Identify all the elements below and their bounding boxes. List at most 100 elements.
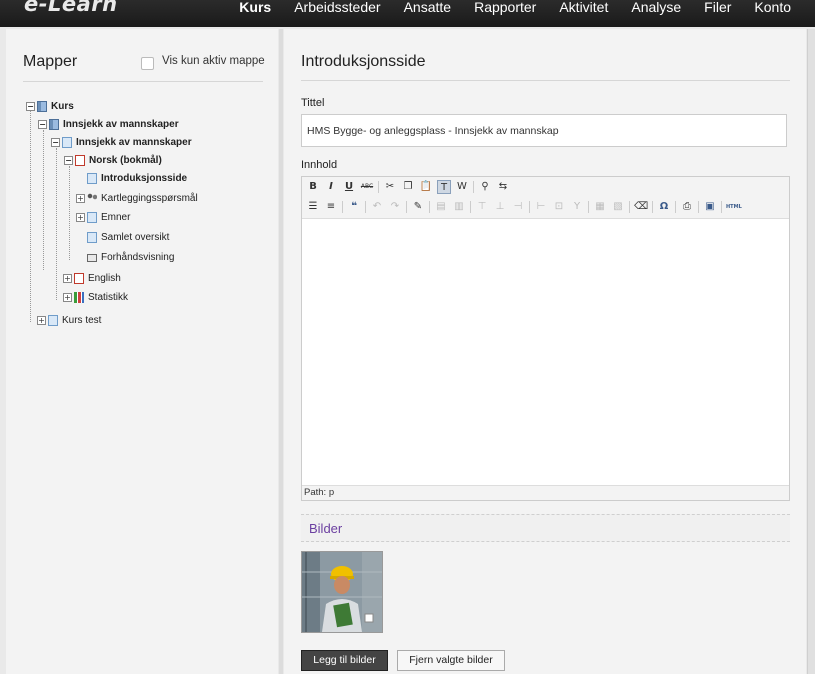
preview-icon	[87, 253, 97, 262]
worker-image	[302, 552, 382, 632]
table-icon[interactable]: ▦	[593, 200, 607, 214]
find-icon[interactable]: ⚲	[478, 180, 492, 194]
language-icon	[75, 155, 85, 166]
editor-content-area[interactable]	[302, 218, 789, 486]
special-char-icon[interactable]: Ω	[657, 200, 671, 214]
tree-node-label: Emner	[101, 212, 131, 223]
page-icon	[87, 173, 97, 184]
summary-icon	[87, 232, 97, 243]
paste-word-icon[interactable]: W	[455, 180, 469, 194]
undo-icon[interactable]: ↶	[370, 200, 384, 214]
paste-text-icon[interactable]: T	[437, 180, 451, 194]
tree-node-emner[interactable]: + Emner	[76, 212, 130, 223]
bullet-list-icon[interactable]: ☰	[306, 200, 320, 214]
cell-props-icon[interactable]: ⊡	[552, 200, 566, 214]
nav-kurs[interactable]: Kurs	[216, 0, 271, 15]
redo-icon[interactable]: ↷	[388, 200, 402, 214]
panel-divider[interactable]	[279, 29, 283, 674]
tree-node-innsjekk-course[interactable]: − Innsjekk av mannskaper	[38, 119, 179, 130]
remove-images-button[interactable]: Fjern valgte bilder	[397, 650, 505, 671]
split-icon[interactable]: ⊢	[534, 200, 548, 214]
expand-icon[interactable]: +	[76, 194, 85, 203]
expand-icon[interactable]: +	[63, 274, 72, 283]
html-source-button[interactable]: HTML	[726, 200, 742, 214]
nav-konto[interactable]: Konto	[731, 0, 791, 15]
tree-node-label: Innsjekk av mannskaper	[76, 137, 192, 148]
active-folder-checkbox[interactable]	[141, 57, 154, 70]
collapse-icon[interactable]: −	[38, 120, 47, 129]
image-thumbnail[interactable]	[301, 551, 383, 633]
bold-button[interactable]: B	[306, 180, 320, 194]
tree-node-kartlegging[interactable]: + Kartleggingsspørsmål	[76, 193, 198, 204]
numbered-list-icon[interactable]: ≡	[324, 200, 338, 214]
nav-ansatte[interactable]: Ansatte	[381, 0, 451, 15]
toolbar-separator	[721, 201, 722, 213]
top-navigation-bar: e-Learn Kurs Arbeidssteder Ansatte Rappo…	[0, 0, 815, 27]
collapse-icon[interactable]: −	[51, 138, 60, 147]
page-scrollbar[interactable]	[807, 29, 815, 674]
toolbar-separator	[529, 201, 530, 213]
expand-icon[interactable]: +	[37, 316, 46, 325]
blockquote-icon[interactable]: ❝	[347, 200, 361, 214]
nav-arbeidssteder[interactable]: Arbeidssteder	[271, 0, 380, 15]
sidebar-divider	[23, 81, 263, 82]
tree-node-innsjekk-module[interactable]: − Innsjekk av mannskaper	[51, 137, 192, 148]
toolbar-separator	[675, 201, 676, 213]
main-nav: Kurs Arbeidssteder Ansatte Rapporter Akt…	[216, 0, 791, 15]
toolbar-separator	[406, 201, 407, 213]
tree-node-label: Forhåndsvisning	[101, 252, 175, 263]
document-icon	[48, 315, 58, 326]
active-folder-label[interactable]: Vis kun aktiv mappe	[162, 55, 265, 67]
nav-filer[interactable]: Filer	[681, 0, 731, 15]
tittel-input[interactable]: HMS Bygge- og anleggsplass - Innsjekk av…	[301, 114, 787, 147]
tree-node-forhandsvisning[interactable]: Forhåndsvisning	[87, 252, 174, 263]
italic-button[interactable]: I	[324, 180, 338, 194]
add-images-button[interactable]: Legg til bilder	[301, 650, 388, 671]
insert-row-icon[interactable]: ⊤	[475, 200, 489, 214]
strikethrough-button[interactable]: ABC	[360, 180, 374, 194]
expand-icon[interactable]: +	[76, 213, 85, 222]
tree-node-norsk[interactable]: − Norsk (bokmål)	[64, 155, 162, 166]
eraser-icon[interactable]: ⌫	[634, 200, 648, 214]
title-divider	[301, 80, 790, 81]
fullscreen-icon[interactable]: ▣	[703, 200, 717, 214]
tree-node-label: English	[88, 273, 121, 284]
tree-node-introduksjonsside[interactable]: Introduksjonsside	[87, 173, 187, 184]
table-row-icon[interactable]: ▤	[434, 200, 448, 214]
document-icon	[62, 137, 72, 148]
table-col-icon[interactable]: ▥	[452, 200, 466, 214]
toolbar-separator	[429, 201, 430, 213]
nav-analyse[interactable]: Analyse	[608, 0, 681, 15]
toolbar-separator	[378, 181, 379, 193]
delete-row-icon[interactable]: ⊥	[493, 200, 507, 214]
tree-node-label: Kurs test	[62, 315, 102, 326]
tree-node-kurs-test[interactable]: + Kurs test	[37, 315, 101, 326]
sidebar-title: Mapper	[23, 53, 78, 70]
toolbar-separator	[698, 201, 699, 213]
expand-icon[interactable]: +	[63, 293, 72, 302]
filter-icon[interactable]: Y	[570, 200, 584, 214]
toolbar-separator	[473, 181, 474, 193]
replace-icon[interactable]: ⇆	[496, 180, 510, 194]
tree-node-english[interactable]: + English	[63, 273, 121, 284]
tree-node-samlet[interactable]: Samlet oversikt	[87, 232, 169, 243]
nav-rapporter[interactable]: Rapporter	[451, 0, 536, 15]
tree-node-label: Samlet oversikt	[101, 232, 170, 243]
edit-source-icon[interactable]: ✎	[411, 200, 425, 214]
app-logo[interactable]: e-Learn	[24, 0, 118, 16]
print-icon[interactable]: ⎙	[680, 200, 694, 214]
copy-icon[interactable]: ❐	[401, 180, 415, 194]
nav-aktivitet[interactable]: Aktivitet	[536, 0, 608, 15]
tree-node-kurs[interactable]: − Kurs	[26, 101, 74, 112]
course-icon	[37, 101, 47, 112]
tree-connector	[43, 130, 44, 270]
collapse-icon[interactable]: −	[64, 156, 73, 165]
paste-icon[interactable]: 📋	[419, 180, 433, 194]
tree-node-statistikk[interactable]: + Statistikk	[63, 292, 128, 303]
underline-button[interactable]: U	[342, 180, 356, 194]
innhold-label: Innhold	[301, 159, 338, 171]
table-props-icon[interactable]: ▧	[611, 200, 625, 214]
cut-icon[interactable]: ✂	[383, 180, 397, 194]
merge-icon[interactable]: ⊣	[511, 200, 525, 214]
collapse-icon[interactable]: −	[26, 102, 35, 111]
